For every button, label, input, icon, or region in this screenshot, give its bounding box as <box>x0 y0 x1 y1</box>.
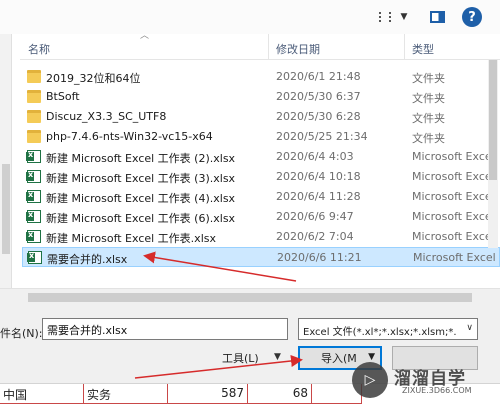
file-name: php-7.4.6-nts-Win32-vc15-x64 <box>46 130 213 143</box>
import-button-label: 导入(M <box>321 352 357 365</box>
file-name: 新建 Microsoft Excel 工作表 (4).xlsx <box>46 192 236 205</box>
view-dropdown-icon[interactable]: ▼ <box>398 8 410 26</box>
file-type: Microsoft Excel <box>412 150 495 163</box>
file-type: Microsoft Excel <box>412 230 495 243</box>
file-rows: 2019_32位和64位 2020/6/1 21:48 文件夹 BtSoft 2… <box>22 67 500 267</box>
file-name: Discuz_X3.3_SC_UTF8 <box>46 110 167 123</box>
horizontal-scrollbar[interactable] <box>0 288 500 305</box>
file-type: Microsoft Excel <box>412 210 495 223</box>
dialog-toolbar: ▼ ? <box>0 0 500 34</box>
file-name: 2019_32位和64位 <box>46 72 141 85</box>
excel-file-icon <box>26 150 41 163</box>
excel-file-icon <box>26 210 41 223</box>
sheet-cell[interactable]: 中国 <box>0 384 84 404</box>
file-date: 2020/6/6 9:47 <box>276 210 354 223</box>
excel-file-icon <box>27 251 42 264</box>
folder-icon <box>27 110 41 123</box>
file-date: 2020/5/30 6:28 <box>276 110 361 123</box>
file-date: 2020/6/4 11:28 <box>276 190 361 203</box>
file-type: 文件夹 <box>412 132 445 145</box>
file-date: 2020/6/6 11:21 <box>277 251 362 264</box>
vertical-scrollbar[interactable] <box>488 60 498 248</box>
file-row[interactable]: Discuz_X3.3_SC_UTF8 2020/5/30 6:28 文件夹 <box>22 107 500 127</box>
watermark-logo-icon: ▷ <box>352 362 388 398</box>
file-type: Microsoft Excel <box>412 190 495 203</box>
nav-pane-scrollbar[interactable] <box>0 34 12 288</box>
file-name: 新建 Microsoft Excel 工作表 (2).xlsx <box>46 152 236 165</box>
column-name-header[interactable]: 名称 <box>28 41 50 57</box>
file-date: 2020/6/4 4:03 <box>276 150 354 163</box>
file-name: 新建 Microsoft Excel 工作表.xlsx <box>46 232 216 245</box>
file-date: 2020/5/30 6:37 <box>276 90 361 103</box>
column-divider[interactable] <box>404 34 405 60</box>
file-type: Microsoft Excel <box>412 170 495 183</box>
sheet-cell[interactable]: 68 <box>248 384 312 404</box>
file-row[interactable]: 新建 Microsoft Excel 工作表 (2).xlsx 2020/6/4… <box>22 147 500 167</box>
folder-icon <box>27 70 41 83</box>
file-list: 名称 修改日期 类型 ︿ 2019_32位和64位 2020/6/1 21:48… <box>0 32 500 288</box>
file-date: 2020/6/1 21:48 <box>276 70 361 83</box>
filetype-select[interactable]: Excel 文件(*.xl*;*.xlsx;*.xlsm;*. ∨ <box>298 318 478 340</box>
sheet-cell[interactable]: 实务 <box>84 384 168 404</box>
view-details-icon[interactable] <box>377 8 393 26</box>
file-row[interactable]: 2019_32位和64位 2020/6/1 21:48 文件夹 <box>22 67 500 87</box>
sheet-cell[interactable]: 587 <box>168 384 248 404</box>
file-row[interactable]: 新建 Microsoft Excel 工作表.xlsx 2020/6/2 7:0… <box>22 227 500 247</box>
column-type-header[interactable]: 类型 <box>412 41 434 57</box>
file-row[interactable]: BtSoft 2020/5/30 6:37 文件夹 <box>22 87 500 107</box>
file-date: 2020/6/4 10:18 <box>276 170 361 183</box>
column-header: 名称 修改日期 类型 <box>20 34 500 60</box>
file-name: BtSoft <box>46 90 80 103</box>
file-row-selected[interactable]: 需要合并的.xlsx 2020/6/6 11:21 Microsoft Exce… <box>22 247 500 267</box>
file-type: 文件夹 <box>412 92 445 105</box>
horizontal-scroll-thumb[interactable] <box>28 293 472 302</box>
vertical-scroll-thumb[interactable] <box>489 60 497 180</box>
filename-label: 件名(N): <box>0 327 43 340</box>
file-row[interactable]: 新建 Microsoft Excel 工作表 (4).xlsx 2020/6/4… <box>22 187 500 207</box>
file-date: 2020/5/25 21:34 <box>276 130 368 143</box>
arrow-to-import-button <box>134 355 303 379</box>
excel-file-icon <box>26 190 41 203</box>
tools-button[interactable]: 工具(L) <box>222 350 259 368</box>
column-date-header[interactable]: 修改日期 <box>276 41 320 57</box>
file-name: 需要合并的.xlsx <box>47 253 128 266</box>
excel-file-icon <box>26 230 41 243</box>
watermark-subtitle: ZIXUE.3D66.COM <box>402 386 472 395</box>
file-type: 文件夹 <box>412 112 445 125</box>
collapse-caret-icon[interactable]: ︿ <box>140 32 150 41</box>
filename-input[interactable]: 需要合并的.xlsx <box>42 318 288 340</box>
filetype-value: Excel 文件(*.xl*;*.xlsx;*.xlsm;*. <box>303 327 457 338</box>
nav-pane-scroll-thumb[interactable] <box>2 164 10 254</box>
file-name: 新建 Microsoft Excel 工作表 (6).xlsx <box>46 212 236 225</box>
file-type: Microsoft Excel <box>413 251 496 264</box>
file-row[interactable]: php-7.4.6-nts-Win32-vc15-x64 2020/5/25 2… <box>22 127 500 147</box>
column-divider[interactable] <box>268 34 269 60</box>
file-date: 2020/6/2 7:04 <box>276 230 354 243</box>
file-row[interactable]: 新建 Microsoft Excel 工作表 (6).xlsx 2020/6/6… <box>22 207 500 227</box>
import-dropdown-icon[interactable]: ▼ <box>368 352 375 362</box>
chevron-down-icon: ∨ <box>466 323 473 333</box>
file-row[interactable]: 新建 Microsoft Excel 工作表 (3).xlsx 2020/6/4… <box>22 167 500 187</box>
file-type: 文件夹 <box>412 72 445 85</box>
folder-icon <box>27 90 41 103</box>
preview-pane-icon[interactable] <box>429 8 445 26</box>
tools-dropdown-icon[interactable]: ▼ <box>274 352 281 362</box>
folder-icon <box>27 130 41 143</box>
excel-file-icon <box>26 170 41 183</box>
help-button[interactable]: ? <box>462 7 482 27</box>
file-name: 新建 Microsoft Excel 工作表 (3).xlsx <box>46 172 236 185</box>
